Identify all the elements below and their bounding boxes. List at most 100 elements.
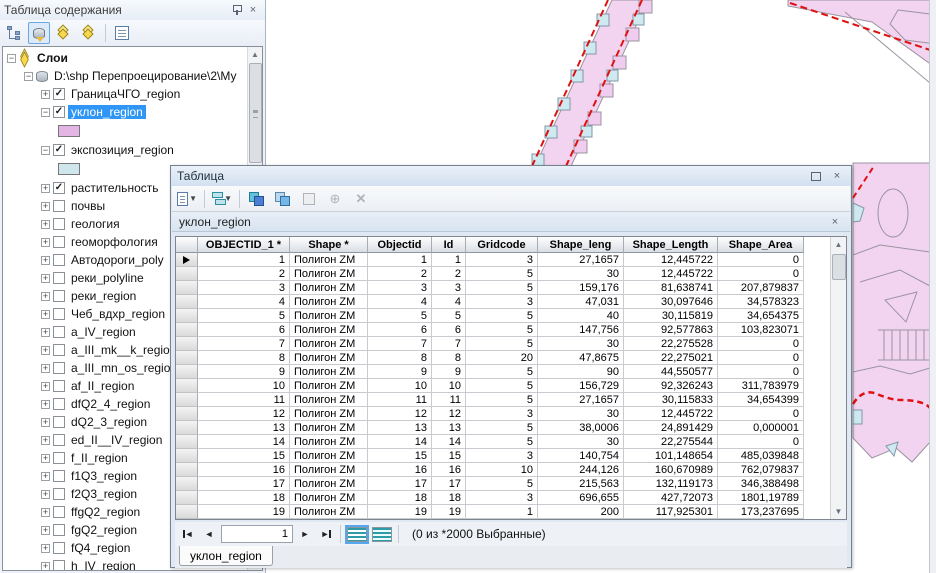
table-cell[interactable]: 22,275544 xyxy=(624,435,718,449)
table-row[interactable]: 17Полигон ZM17175215,563132,119173346,38… xyxy=(176,477,804,491)
tree-item-label[interactable]: ГраницаЧГО_region xyxy=(68,87,183,101)
table-cell[interactable]: Полигон ZM xyxy=(290,267,368,281)
table-cell[interactable]: 427,72073 xyxy=(624,491,718,505)
table-cell[interactable]: 147,756 xyxy=(538,323,624,337)
first-record-button[interactable]: ◄ xyxy=(179,525,197,543)
legend-swatch[interactable] xyxy=(58,125,80,137)
table-cell[interactable]: 13 xyxy=(432,421,466,435)
tree-item-label[interactable]: D:\shp Перепроецирование\2\Му xyxy=(51,69,240,83)
table-cell[interactable]: Полигон ZM xyxy=(290,491,368,505)
table-cell[interactable]: 3 xyxy=(466,295,538,309)
list-by-visibility-button[interactable] xyxy=(53,22,75,44)
toc-scrollbar-thumb[interactable] xyxy=(249,63,262,163)
row-selector[interactable] xyxy=(176,505,198,519)
legend-swatch[interactable] xyxy=(58,163,80,175)
tree-item-label[interactable]: h_IV_region xyxy=(68,559,139,571)
table-row[interactable]: 16Полигон ZM161610244,126160,670989762,0… xyxy=(176,463,804,477)
column-header[interactable]: Objectid xyxy=(368,237,432,253)
row-selector[interactable] xyxy=(176,393,198,407)
column-header[interactable]: Shape_Length xyxy=(624,237,718,253)
column-header[interactable]: Shape * xyxy=(290,237,368,253)
table-cell[interactable]: 7 xyxy=(432,337,466,351)
list-by-drawing-order-button[interactable] xyxy=(3,22,25,44)
table-cell[interactable]: 5 xyxy=(466,309,538,323)
table-tab[interactable]: уклон_region xyxy=(179,546,273,566)
tree-item-label[interactable]: ffgQ2_region xyxy=(68,505,143,519)
tree-item-label[interactable]: f1Q3_region xyxy=(68,469,140,483)
table-cell[interactable]: Полигон ZM xyxy=(290,281,368,295)
table-cell[interactable]: Полигон ZM xyxy=(290,323,368,337)
table-cell[interactable]: 200 xyxy=(538,505,624,519)
list-by-source-button[interactable] xyxy=(28,22,50,44)
row-selector[interactable] xyxy=(176,337,198,351)
expand-icon[interactable]: + xyxy=(41,346,50,355)
table-cell[interactable]: 30,115819 xyxy=(624,309,718,323)
table-cell[interactable]: Полигон ZM xyxy=(290,407,368,421)
table-cell[interactable]: 5 xyxy=(466,323,538,337)
table-row[interactable]: 11Полигон ZM1111527,165730,11583334,6543… xyxy=(176,393,804,407)
table-cell[interactable]: 103,823071 xyxy=(718,323,804,337)
expand-icon[interactable]: + xyxy=(41,90,50,99)
layer-visibility-checkbox[interactable]: ✓ xyxy=(53,106,65,118)
layer-visibility-checkbox[interactable] xyxy=(53,524,65,536)
tree-item-label[interactable]: реки_region xyxy=(68,289,139,303)
row-selector[interactable] xyxy=(176,309,198,323)
table-row[interactable]: 5Полигон ZM5554030,11581934,654375 xyxy=(176,309,804,323)
scroll-up-icon[interactable]: ▲ xyxy=(248,47,262,62)
table-cell[interactable]: 485,039848 xyxy=(718,449,804,463)
options-button[interactable] xyxy=(111,22,133,44)
table-cell[interactable]: 15 xyxy=(432,449,466,463)
layer-visibility-checkbox[interactable] xyxy=(53,308,65,320)
table-cell[interactable]: 24,891429 xyxy=(624,421,718,435)
table-row[interactable]: 3Полигон ZM335159,17681,638741207,879837 xyxy=(176,281,804,295)
table-cell[interactable]: 92,326243 xyxy=(624,379,718,393)
table-cell[interactable]: 244,126 xyxy=(538,463,624,477)
list-by-selection-button[interactable] xyxy=(78,22,100,44)
expand-icon[interactable]: + xyxy=(41,418,50,427)
row-selector[interactable] xyxy=(176,379,198,393)
table-cell[interactable]: 12 xyxy=(368,407,432,421)
tree-item-label[interactable]: f_II_region xyxy=(68,451,131,465)
table-cell[interactable]: 7 xyxy=(198,337,290,351)
table-cell[interactable]: 0 xyxy=(718,337,804,351)
layer-visibility-checkbox[interactable] xyxy=(53,398,65,410)
close-icon[interactable]: × xyxy=(245,3,261,17)
tree-item-label[interactable]: a_III_mn_os_regio xyxy=(68,361,173,375)
table-cell[interactable]: 34,654399 xyxy=(718,393,804,407)
table-row[interactable]: 4Полигон ZM44347,03130,09764634,578323 xyxy=(176,295,804,309)
table-options-menu-button[interactable]: ▼ xyxy=(176,188,198,210)
maximize-icon[interactable] xyxy=(811,172,821,181)
table-cell[interactable]: 159,176 xyxy=(538,281,624,295)
table-cell[interactable]: Полигон ZM xyxy=(290,351,368,365)
table-cell[interactable]: 311,783979 xyxy=(718,379,804,393)
table-cell[interactable]: 14 xyxy=(198,435,290,449)
table-cell[interactable]: 18 xyxy=(432,491,466,505)
table-cell[interactable]: 5 xyxy=(432,309,466,323)
tree-item-label[interactable]: ed_II__IV_region xyxy=(68,433,165,447)
collapse-icon[interactable]: − xyxy=(41,108,50,117)
expand-icon[interactable]: + xyxy=(41,562,50,571)
expand-icon[interactable]: + xyxy=(41,310,50,319)
tree-item-label[interactable]: fgQ2_region xyxy=(68,523,140,537)
table-cell[interactable]: 19 xyxy=(432,505,466,519)
layer-visibility-checkbox[interactable] xyxy=(53,362,65,374)
column-header[interactable]: Shape_leng xyxy=(538,237,624,253)
table-cell[interactable]: 1 xyxy=(368,253,432,267)
table-cell[interactable]: 30 xyxy=(538,267,624,281)
row-selector[interactable] xyxy=(176,435,198,449)
table-cell[interactable]: 3 xyxy=(466,407,538,421)
next-record-button[interactable]: ► xyxy=(296,525,314,543)
table-cell[interactable]: 173,237695 xyxy=(718,505,804,519)
zoom-to-selected-button[interactable]: ⊕ xyxy=(324,188,346,210)
table-cell[interactable]: 7 xyxy=(368,337,432,351)
table-cell[interactable]: 30 xyxy=(538,337,624,351)
table-cell[interactable]: 18 xyxy=(198,491,290,505)
tree-item-label[interactable]: экспозиция_region xyxy=(68,143,177,157)
tree-item-label[interactable]: af_II_region xyxy=(68,379,137,393)
row-selector[interactable] xyxy=(176,463,198,477)
table-cell[interactable]: 17 xyxy=(368,477,432,491)
table-cell[interactable]: 9 xyxy=(368,365,432,379)
table-cell[interactable]: 11 xyxy=(432,393,466,407)
select-by-attributes-button[interactable] xyxy=(246,188,268,210)
layer-visibility-checkbox[interactable] xyxy=(53,380,65,392)
